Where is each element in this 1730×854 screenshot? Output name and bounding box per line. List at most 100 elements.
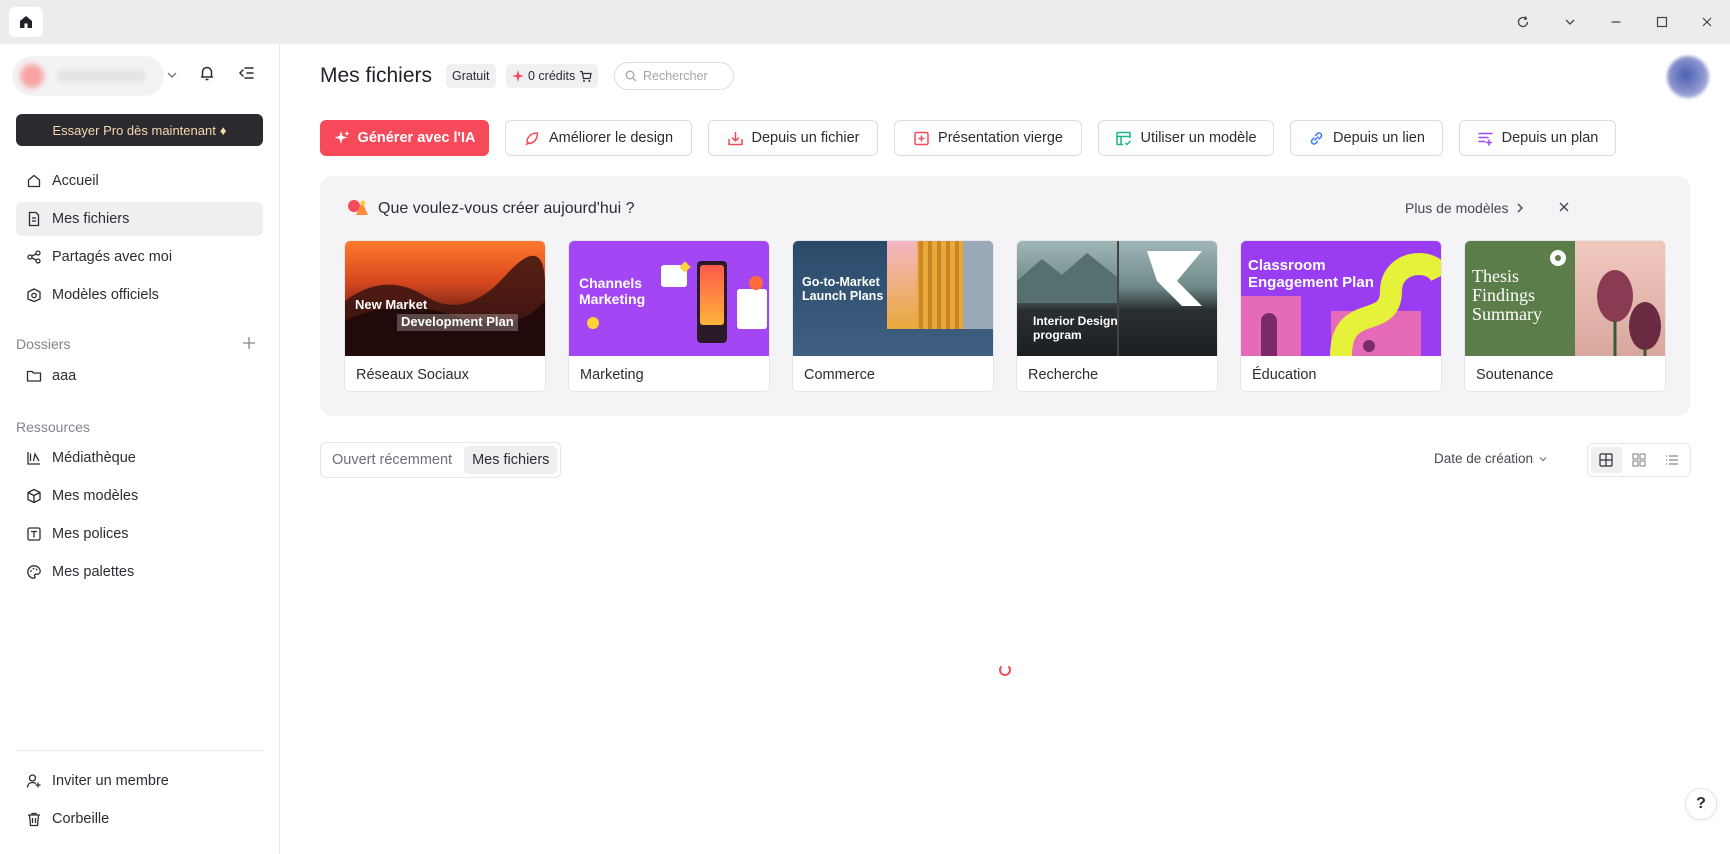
template-card-social[interactable]: New Market Development Plan Réseaux Soci… [344, 240, 546, 392]
view-small-grid-icon[interactable] [1624, 447, 1655, 473]
view-toggle [1587, 443, 1691, 477]
sidebar-item-home[interactable]: Accueil [16, 164, 263, 198]
more-templates-link[interactable]: Plus de modèles [1405, 200, 1525, 216]
refresh-icon[interactable] [1510, 10, 1536, 34]
thumb-text: Go-to-Market Launch Plans [802, 275, 884, 304]
sidebar-item-my-fonts[interactable]: Mes polices [16, 517, 263, 551]
sidebar-item-label: Mes palettes [52, 564, 135, 580]
invite-icon [26, 774, 41, 788]
sidebar-item-label: Modèles officiels [52, 287, 159, 303]
improve-design-button[interactable]: Améliorer le design [505, 120, 692, 156]
tab-my-files[interactable]: Mes fichiers [464, 446, 558, 474]
sidebar-item-label: Mes modèles [52, 488, 139, 504]
template-card-education[interactable]: Classroom Engagement Plan Éducation [1240, 240, 1442, 392]
font-icon [27, 527, 41, 541]
chevron-down-icon[interactable] [165, 68, 179, 82]
from-link-button[interactable]: Depuis un lien [1290, 120, 1443, 156]
template-card-label: Réseaux Sociaux [356, 367, 469, 383]
sidebar-item-label: Corbeille [52, 811, 110, 827]
from-outline-button[interactable]: Depuis un plan [1459, 120, 1616, 156]
credits-label: 0 crédits [528, 69, 576, 83]
close-icon[interactable] [1558, 201, 1570, 213]
home-button[interactable] [9, 7, 43, 37]
thumb-text: Interior Design program [1033, 314, 1118, 342]
maximize-icon[interactable] [1649, 10, 1675, 34]
help-button[interactable]: ? [1685, 788, 1717, 820]
cube-icon [27, 488, 41, 504]
thumb-text: New Market [355, 297, 428, 312]
thumb-text: Development Plan [397, 314, 518, 331]
bell-icon[interactable] [198, 64, 216, 82]
search-icon [625, 70, 637, 82]
sidebar-item-shared[interactable]: Partagés avec moi [16, 240, 263, 274]
brand-logo-icon [348, 200, 368, 215]
credits-badge[interactable]: 0 crédits [506, 64, 599, 88]
sidebar-item-my-files[interactable]: Mes fichiers [16, 202, 263, 236]
sidebar-item-trash[interactable]: Corbeille [16, 802, 263, 836]
rocket-icon [525, 131, 539, 146]
plan-badge: Gratuit [446, 64, 496, 88]
sidebar-item-label: Inviter un membre [52, 773, 169, 789]
template-card-commerce[interactable]: Go-to-Market Launch Plans Commerce [792, 240, 994, 392]
resources-section-label: Ressources [16, 419, 90, 435]
import-icon [727, 131, 743, 145]
outline-icon [1477, 132, 1493, 146]
template-card-research[interactable]: Interior Design program Recherche [1016, 240, 1218, 392]
folders-section-label: Dossiers [16, 336, 71, 352]
template-thumbnail: Go-to-Market Launch Plans [793, 241, 993, 356]
sidebar-item-my-palettes[interactable]: Mes palettes [16, 555, 263, 589]
main-content: Mes fichiers Gratuit 0 crédits Recherche… [281, 44, 1730, 854]
link-icon [1310, 131, 1323, 145]
loading-spinner [999, 664, 1011, 676]
improve-design-label: Améliorer le design [548, 130, 674, 146]
try-pro-button[interactable]: Essayer Pro dès maintenant ♦ [16, 114, 263, 146]
blank-icon [914, 131, 929, 145]
avatar[interactable] [1667, 56, 1709, 98]
template-thumbnail: New Market Development Plan [345, 241, 545, 356]
try-pro-label: Essayer Pro dès maintenant [52, 122, 216, 138]
sidebar-item-official-templates[interactable]: Modèles officiels [16, 278, 263, 312]
template-card-marketing[interactable]: Channels Marketing Marketing [568, 240, 770, 392]
blank-presentation-button[interactable]: Présentation vierge [894, 120, 1082, 156]
collapse-sidebar-icon[interactable] [237, 64, 255, 82]
account-switcher[interactable] [12, 56, 164, 96]
template-thumbnail: Interior Design program [1017, 241, 1217, 356]
thumb-text: Channels Marketing [579, 275, 646, 308]
from-file-label: Depuis un fichier [751, 130, 860, 146]
sidebar-item-my-models[interactable]: Mes modèles [16, 479, 263, 513]
view-large-grid-icon[interactable] [1591, 447, 1622, 473]
chevron-down-icon[interactable] [1557, 10, 1583, 34]
chevron-down-icon [1539, 456, 1547, 461]
thumb-text: Thesis Findings Summary [1472, 266, 1542, 324]
use-template-button[interactable]: Utiliser un modèle [1098, 120, 1274, 156]
template-card-label: Commerce [804, 367, 875, 383]
search-input[interactable]: Rechercher [614, 62, 734, 90]
sidebar-item-label: Partagés avec moi [52, 249, 173, 265]
sidebar-item-invite-member[interactable]: Inviter un membre [16, 764, 263, 798]
tab-recent[interactable]: Ouvert récemment [324, 446, 460, 474]
view-list-icon[interactable] [1656, 447, 1687, 473]
palette-icon [27, 565, 41, 579]
sidebar-folder-aaa[interactable]: aaa [16, 359, 263, 393]
minimize-icon[interactable] [1603, 10, 1629, 34]
generate-ai-button[interactable]: Générer avec l'IA [320, 120, 489, 156]
template-thumbnail: Thesis Findings Summary [1465, 241, 1665, 356]
file-icon [28, 211, 40, 227]
templates-panel-title: Que voulez-vous créer aujourd'hui ? [378, 200, 635, 217]
sort-dropdown[interactable]: Date de création [1434, 451, 1548, 466]
template-card-defense[interactable]: Thesis Findings Summary Soutenance [1464, 240, 1666, 392]
use-template-label: Utiliser un modèle [1140, 130, 1257, 146]
home-icon [20, 16, 32, 28]
sidebar-item-media-library[interactable]: Médiathèque [16, 441, 263, 475]
from-file-button[interactable]: Depuis un fichier [708, 120, 878, 156]
search-placeholder: Rechercher [643, 69, 708, 83]
close-window-icon[interactable] [1694, 10, 1720, 34]
template-thumbnail: Channels Marketing [569, 241, 769, 356]
sparkle-icon [334, 131, 350, 144]
sort-label: Date de création [1434, 451, 1534, 466]
template-card-label: Éducation [1252, 367, 1317, 383]
cart-icon[interactable] [579, 70, 592, 83]
sidebar: Essayer Pro dès maintenant ♦ Accueil Mes… [0, 44, 280, 854]
add-folder-icon[interactable] [242, 336, 256, 350]
sidebar-item-label: Mes polices [52, 526, 129, 542]
